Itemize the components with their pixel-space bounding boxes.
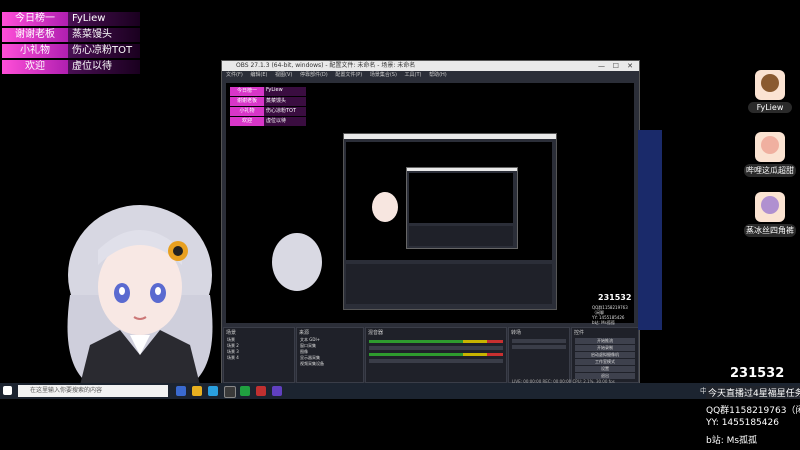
vtuber-avatar — [60, 205, 220, 385]
bilibili-id-text: b站: Ms孤孤 — [706, 436, 758, 446]
overlay-row: 小礼物 伤心凉粉TOT — [2, 44, 140, 58]
audio-meter — [369, 353, 503, 356]
yy-id-text: YY: 1455185426 — [706, 418, 779, 428]
preview-overlay-key: 欢迎 — [230, 117, 264, 126]
minimize-icon[interactable]: — — [598, 61, 605, 71]
windows-start-icon[interactable] — [3, 386, 12, 395]
preview-overlay-key: 谢谢老板 — [230, 97, 264, 106]
browser-icon[interactable] — [208, 386, 218, 396]
overlay-row: 谢谢老板 蒸菜馒头 — [2, 28, 140, 42]
preview-overlay-value: 伤心凉粉TOT — [264, 107, 306, 116]
obs-window[interactable]: OBS 27.1.3 (64-bit, windows) - 配置文件: 未命名… — [221, 60, 640, 388]
source-list[interactable]: 文本 GDI+ 窗口采集 图像 显示器采集 视频采集设备 — [297, 337, 363, 367]
scene-list[interactable]: 场景 场景 2 场景 3 场景 4 — [224, 337, 294, 361]
obs-taskbar-icon[interactable] — [224, 386, 236, 398]
maximize-icon[interactable]: ☐ — [613, 61, 619, 71]
viewer-card: 哔哩这瓜超甜 — [744, 132, 796, 177]
menu-item[interactable]: 文件(F) — [226, 72, 243, 78]
preview-bili: b站: Ms孤孤 — [592, 320, 615, 325]
sources-dock[interactable]: 来源 文本 GDI+ 窗口采集 图像 显示器采集 视频采集设备 — [296, 327, 364, 383]
scenes-dock[interactable]: 场景 场景 场景 2 场景 3 场景 4 — [223, 327, 295, 383]
task-view-icon[interactable] — [176, 386, 186, 396]
overlay-row: 今日榜一 FyLiew — [2, 12, 140, 26]
menu-item[interactable]: 帮助(H) — [429, 72, 447, 78]
menu-item[interactable]: 视图(V) — [275, 72, 292, 78]
settings-button[interactable]: 设置 — [575, 366, 635, 372]
preview-overlay-value: FyLiew — [264, 87, 306, 96]
menu-item[interactable]: 停靠部件(D) — [300, 72, 328, 78]
overlay-value: 虚位以待 — [68, 60, 140, 74]
avatar-character-small — [372, 192, 398, 222]
viewer-name: 蒸冰丝四角裤 — [744, 224, 796, 237]
audio-meter — [369, 340, 503, 343]
dock-title: 来源 — [299, 330, 310, 336]
viewer-card: FyLiew — [748, 70, 792, 113]
scene-item[interactable]: 场景 4 — [227, 355, 294, 361]
overlay-value: 蒸菜馒头 — [68, 28, 140, 42]
obs-menubar: 文件(F) 编辑(E) 视图(V) 停靠部件(D) 配置文件(P) 场景集合(S… — [222, 71, 639, 79]
preview-overlay-key: 小礼物 — [230, 107, 264, 116]
app-icon[interactable] — [240, 386, 250, 396]
overlay-value: 伤心凉粉TOT — [68, 44, 140, 58]
source-item[interactable]: 视频采集设备 — [300, 361, 363, 367]
scrolling-notice: 今天直播过4星福星任务 — [706, 386, 800, 399]
studio-mode-button[interactable]: 工作室模式 — [575, 359, 635, 365]
preview-overlay: 今日榜一 FyLiew 谢谢老板 蒸菜馒头 小礼物 伤心凉粉TOT 欢迎 虚位以待 — [230, 87, 306, 126]
obs-titlebar[interactable]: OBS 27.1.3 (64-bit, windows) - 配置文件: 未命名… — [222, 61, 639, 71]
viewer-avatar — [755, 132, 785, 162]
menu-item[interactable]: 编辑(E) — [250, 72, 267, 78]
transition-select[interactable] — [512, 339, 566, 343]
preview-overlay-value: 虚位以待 — [264, 117, 306, 126]
preview-info: QQ群1158219763（闲聊 YY: 1455185426 b站: Ms孤孤 — [592, 305, 632, 325]
virtual-camera-button[interactable]: 启动虚拟摄像机 — [575, 352, 635, 358]
preview-qq: QQ群1158219763（闲聊 — [592, 305, 628, 315]
start-streaming-button[interactable]: 开始推流 — [575, 338, 635, 344]
taskbar-search-input[interactable]: 在这里输入你要搜索的内容 — [18, 385, 168, 397]
file-explorer-icon[interactable] — [192, 386, 202, 396]
menu-item[interactable]: 工具(T) — [405, 72, 422, 78]
windows-taskbar: 在这里输入你要搜索的内容 中 — [0, 383, 800, 399]
side-panel — [638, 130, 662, 330]
nested-obs-window-inner — [406, 167, 518, 249]
volume-slider[interactable] — [369, 346, 503, 350]
viewer-name: FyLiew — [748, 102, 792, 113]
volume-slider[interactable] — [369, 359, 503, 363]
overlay-key: 小礼物 — [2, 44, 68, 58]
transitions-dock[interactable]: 转场 — [508, 327, 570, 383]
controls-dock[interactable]: 控件 开始推流 开始录制 启动虚拟摄像机 工作室模式 设置 退出 — [571, 327, 639, 383]
nested-obs-window — [343, 133, 557, 310]
viewer-card: 蒸冰丝四角裤 — [744, 192, 796, 237]
overlay-key: 欢迎 — [2, 60, 68, 74]
viewer-avatar — [755, 70, 785, 100]
menu-item[interactable]: 场景集合(S) — [370, 72, 397, 78]
start-recording-button[interactable]: 开始录制 — [575, 345, 635, 351]
viewer-count: 231532 — [730, 366, 785, 381]
menu-item[interactable]: 配置文件(P) — [335, 72, 362, 78]
qq-group-text: QQ群1158219763（闲聊 — [706, 406, 800, 416]
overlay-row: 欢迎 虚位以待 — [2, 60, 140, 74]
dock-title: 场景 — [226, 330, 237, 336]
obs-preview[interactable]: 今日榜一 FyLiew 谢谢老板 蒸菜馒头 小礼物 伤心凉粉TOT 欢迎 虚位以待 23… — [226, 83, 634, 325]
app-icon[interactable] — [256, 386, 266, 396]
mixer-dock[interactable]: 混音器 — [365, 327, 507, 383]
transition-duration[interactable] — [512, 345, 566, 349]
viewer-name: 哔哩这瓜超甜 — [744, 164, 796, 177]
overlay-key: 今日榜一 — [2, 12, 68, 26]
vtuber-avatar-art — [67, 205, 213, 385]
preview-overlay-value: 蒸菜馒头 — [264, 97, 306, 106]
overlay-key: 谢谢老板 — [2, 28, 68, 42]
avatar-character-preview — [272, 233, 322, 291]
close-icon[interactable]: ✕ — [627, 61, 633, 71]
dock-title: 控件 — [574, 330, 585, 336]
obs-docks: 场景 场景 场景 2 场景 3 场景 4 来源 文本 GDI+ 窗口采集 图像 … — [222, 327, 639, 387]
obs-title: OBS 27.1.3 (64-bit, windows) - 配置文件: 未命名… — [236, 62, 416, 69]
app-icon[interactable] — [272, 386, 282, 396]
preview-overlay-key: 今日榜一 — [230, 87, 264, 96]
viewer-avatar — [755, 192, 785, 222]
dock-title: 转场 — [511, 330, 522, 336]
dock-title: 混音器 — [368, 330, 384, 336]
overlay-value: FyLiew — [68, 12, 140, 26]
preview-viewer-count: 231532 — [598, 293, 632, 302]
